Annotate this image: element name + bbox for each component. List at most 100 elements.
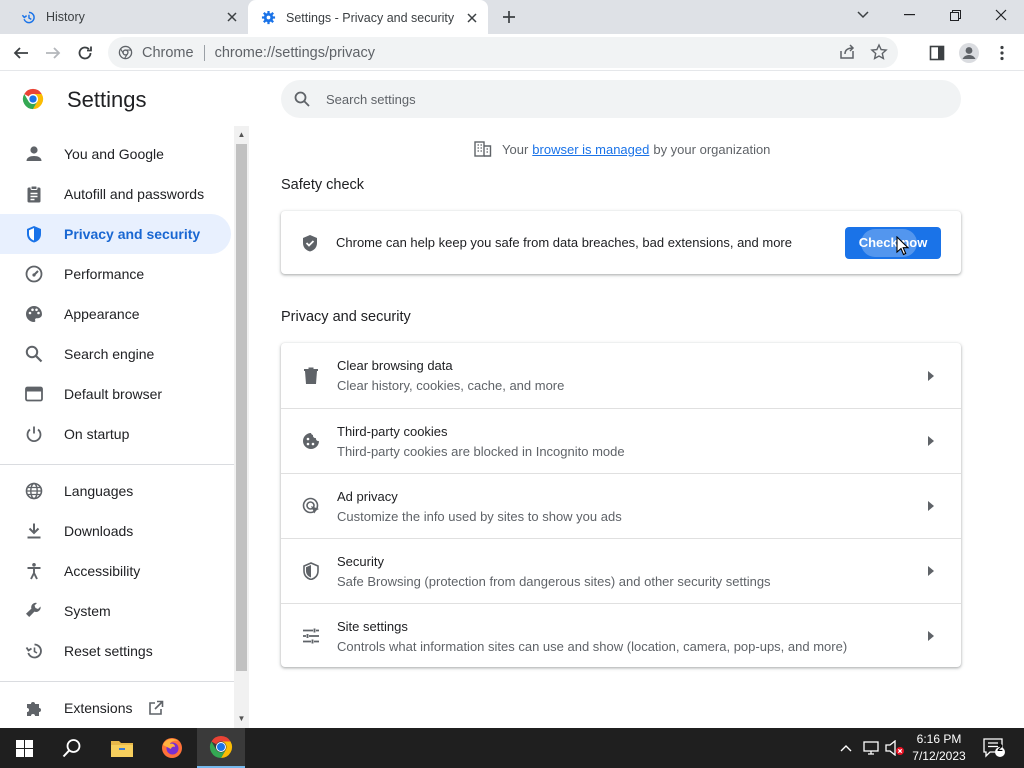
firefox-icon[interactable] — [148, 728, 196, 768]
managed-suffix: by your organization — [653, 141, 771, 157]
clock-date: 7/12/2023 — [912, 749, 966, 763]
back-button[interactable] — [8, 40, 34, 66]
search-input[interactable] — [326, 91, 886, 107]
chevron-up-icon[interactable] — [836, 728, 856, 768]
sidebar-item-label: Performance — [64, 266, 145, 282]
privacy-security-card: Clear browsing data Clear history, cooki… — [281, 343, 961, 667]
sidebar-item-search-engine[interactable]: Search engine — [0, 334, 231, 374]
history-icon — [20, 9, 36, 25]
site-label: Chrome — [142, 44, 194, 61]
sidebar-item-extensions[interactable]: Extensions — [0, 688, 231, 728]
tab-title: Settings - Privacy and security — [286, 10, 455, 25]
tab-history[interactable]: History — [0, 0, 248, 34]
divider — [203, 44, 205, 61]
share-icon[interactable] — [838, 43, 856, 65]
reload-button[interactable] — [72, 40, 98, 66]
sidebar-item-label: Appearance — [64, 306, 140, 322]
tune-icon — [301, 626, 321, 646]
accessibility-icon — [24, 561, 44, 581]
restore-button[interactable] — [932, 0, 978, 30]
search-icon[interactable] — [48, 728, 96, 768]
browser-window-icon — [24, 384, 44, 404]
side-panel-icon[interactable] — [924, 40, 950, 66]
close-window-button[interactable] — [978, 0, 1024, 30]
sidebar-item-default-browser[interactable]: Default browser — [0, 374, 231, 414]
check-now-label: Check now — [858, 235, 928, 250]
sidebar-item-you-and-google[interactable]: You and Google — [0, 134, 231, 174]
sidebar-item-languages[interactable]: Languages — [0, 471, 231, 511]
puzzle-icon — [24, 698, 44, 718]
url-text: chrome://settings/privacy — [214, 44, 375, 61]
address-bar[interactable]: Chrome chrome://settings/privacy — [108, 37, 898, 68]
scroll-down-arrow-icon[interactable]: ▼ — [237, 714, 246, 723]
sidebar-scrollbar[interactable]: ▲ ▼ — [234, 126, 249, 728]
tab-settings[interactable]: Settings - Privacy and security — [248, 0, 488, 35]
row-site-settings[interactable]: Site settings Controls what information … — [281, 603, 961, 668]
sidebar-item-autofill[interactable]: Autofill and passwords — [0, 174, 231, 214]
sidebar-item-privacy[interactable]: Privacy and security — [0, 214, 231, 254]
scroll-up-arrow-icon[interactable]: ▲ — [237, 130, 246, 139]
search-settings-box[interactable] — [281, 80, 961, 118]
row-clear-browsing-data[interactable]: Clear browsing data Clear history, cooki… — [281, 343, 961, 408]
scrollbar-thumb[interactable] — [236, 144, 247, 671]
sidebar-item-on-startup[interactable]: On startup — [0, 414, 231, 454]
taskbar-clock[interactable]: 6:16 PM 7/12/2023 — [908, 731, 970, 765]
network-icon[interactable] — [860, 728, 882, 768]
notification-count: 2 — [997, 743, 1003, 754]
volume-muted-icon[interactable] — [884, 728, 906, 768]
sidebar-item-downloads[interactable]: Downloads — [0, 511, 231, 551]
row-third-party-cookies[interactable]: Third-party cookies Third-party cookies … — [281, 408, 961, 473]
forward-button[interactable] — [40, 40, 66, 66]
browser-toolbar: Chrome chrome://settings/privacy — [0, 34, 1024, 71]
settings-sidebar: You and Google Autofill and passwords Pr… — [0, 126, 234, 728]
chrome-logo-icon — [22, 88, 44, 110]
tab-search-button[interactable] — [840, 0, 886, 30]
download-icon — [24, 521, 44, 541]
close-icon[interactable] — [222, 7, 242, 27]
star-icon[interactable] — [870, 43, 888, 65]
speedometer-icon — [24, 264, 44, 284]
sidebar-item-label: Reset settings — [64, 643, 153, 659]
row-ad-privacy[interactable]: Ad privacy Customize the info used by si… — [281, 473, 961, 538]
external-link-icon — [148, 700, 164, 716]
more-menu-icon[interactable] — [989, 40, 1015, 66]
clock-time: 6:16 PM — [916, 732, 962, 746]
windows-taskbar: 6:16 PM 7/12/2023 2 — [0, 728, 1024, 768]
check-now-button[interactable]: Check now — [845, 226, 941, 259]
sidebar-item-label: Downloads — [64, 523, 134, 539]
globe-icon — [24, 481, 44, 501]
sidebar-item-label: Extensions — [64, 700, 133, 716]
safety-check-card: Chrome can help keep you safe from data … — [281, 211, 961, 274]
sidebar-item-reset-settings[interactable]: Reset settings — [0, 631, 231, 671]
new-tab-button[interactable] — [498, 6, 520, 28]
chrome-taskbar-icon[interactable] — [197, 728, 245, 768]
notification-center-icon[interactable]: 2 — [978, 728, 1010, 768]
sidebar-item-label: System — [64, 603, 111, 619]
shield-check-icon — [301, 233, 321, 253]
sidebar-item-system[interactable]: System — [0, 591, 231, 631]
sidebar-item-appearance[interactable]: Appearance — [0, 294, 231, 334]
managed-link[interactable]: browser is managed — [532, 142, 649, 157]
profile-avatar-icon[interactable] — [956, 40, 982, 66]
arrow-right-icon — [921, 431, 941, 451]
wrench-icon — [24, 601, 44, 621]
row-security[interactable]: Security Safe Browsing (protection from … — [281, 538, 961, 603]
row-title: Site settings — [337, 618, 408, 634]
sidebar-item-performance[interactable]: Performance — [0, 254, 231, 294]
row-subtitle: Safe Browsing (protection from dangerous… — [337, 573, 771, 589]
divider — [0, 464, 234, 465]
trash-icon — [301, 366, 321, 386]
close-icon[interactable] — [462, 8, 482, 28]
row-subtitle: Controls what information sites can use … — [337, 638, 848, 654]
row-title: Security — [337, 553, 384, 569]
building-icon — [474, 140, 492, 158]
windows-start-button[interactable] — [0, 728, 48, 768]
cookie-icon — [301, 431, 321, 451]
sidebar-item-accessibility[interactable]: Accessibility — [0, 551, 231, 591]
settings-header: Settings — [0, 72, 1024, 126]
search-icon — [24, 344, 44, 364]
file-explorer-icon[interactable] — [98, 728, 146, 768]
minimize-button[interactable] — [886, 0, 932, 30]
privacy-security-heading: Privacy and security — [281, 309, 411, 325]
row-subtitle: Customize the info used by sites to show… — [337, 508, 622, 524]
